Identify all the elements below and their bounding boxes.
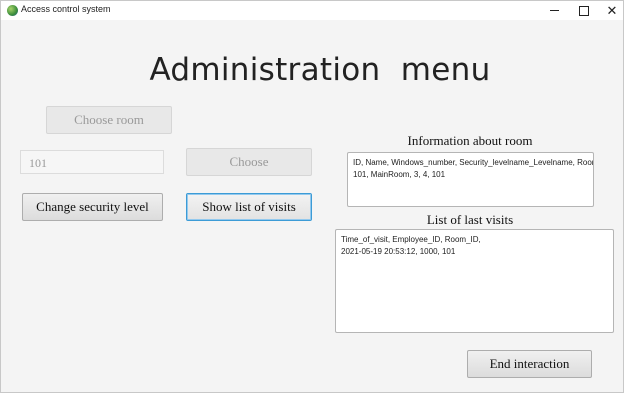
room-info-label: Information about room [407, 133, 533, 148]
show-list-of-visits-button[interactable]: Show list of visits [186, 193, 312, 221]
end-interaction-button[interactable]: End interaction [467, 350, 592, 378]
title-bar[interactable]: Access control system ✕ [1, 1, 623, 20]
change-security-level-button[interactable]: Change security level [22, 193, 163, 221]
visits-line: Time_of_visit, Employee_ID, Room_ID, [341, 235, 481, 244]
choose-button[interactable]: Choose [186, 148, 312, 176]
visits-textarea[interactable]: Time_of_visit, Employee_ID, Room_ID, 202… [335, 229, 614, 333]
visits-label: List of last visits [426, 212, 514, 227]
room-id-field[interactable]: 101 [20, 150, 164, 174]
app-window: Access control system ✕ Administration m… [0, 0, 624, 393]
maximize-button[interactable] [569, 1, 599, 20]
app-logo-icon [7, 5, 18, 16]
window-title: Access control system [21, 4, 111, 14]
minimize-button[interactable] [539, 1, 569, 20]
main-panel: Administration menu Choose room 101 Choo… [1, 20, 623, 392]
page-title: Administration menu [149, 52, 491, 88]
close-button[interactable]: ✕ [597, 1, 624, 20]
room-info-textarea[interactable]: ID, Name, Windows_number, Security_level… [347, 152, 594, 207]
choose-room-button[interactable]: Choose room [46, 106, 172, 134]
visits-line: 2021-05-19 20:53:12, 1000, 101 [341, 247, 456, 256]
room-info-line: 101, MainRoom, 3, 4, 101 [353, 170, 446, 179]
room-info-line: ID, Name, Windows_number, Security_level… [353, 158, 594, 167]
